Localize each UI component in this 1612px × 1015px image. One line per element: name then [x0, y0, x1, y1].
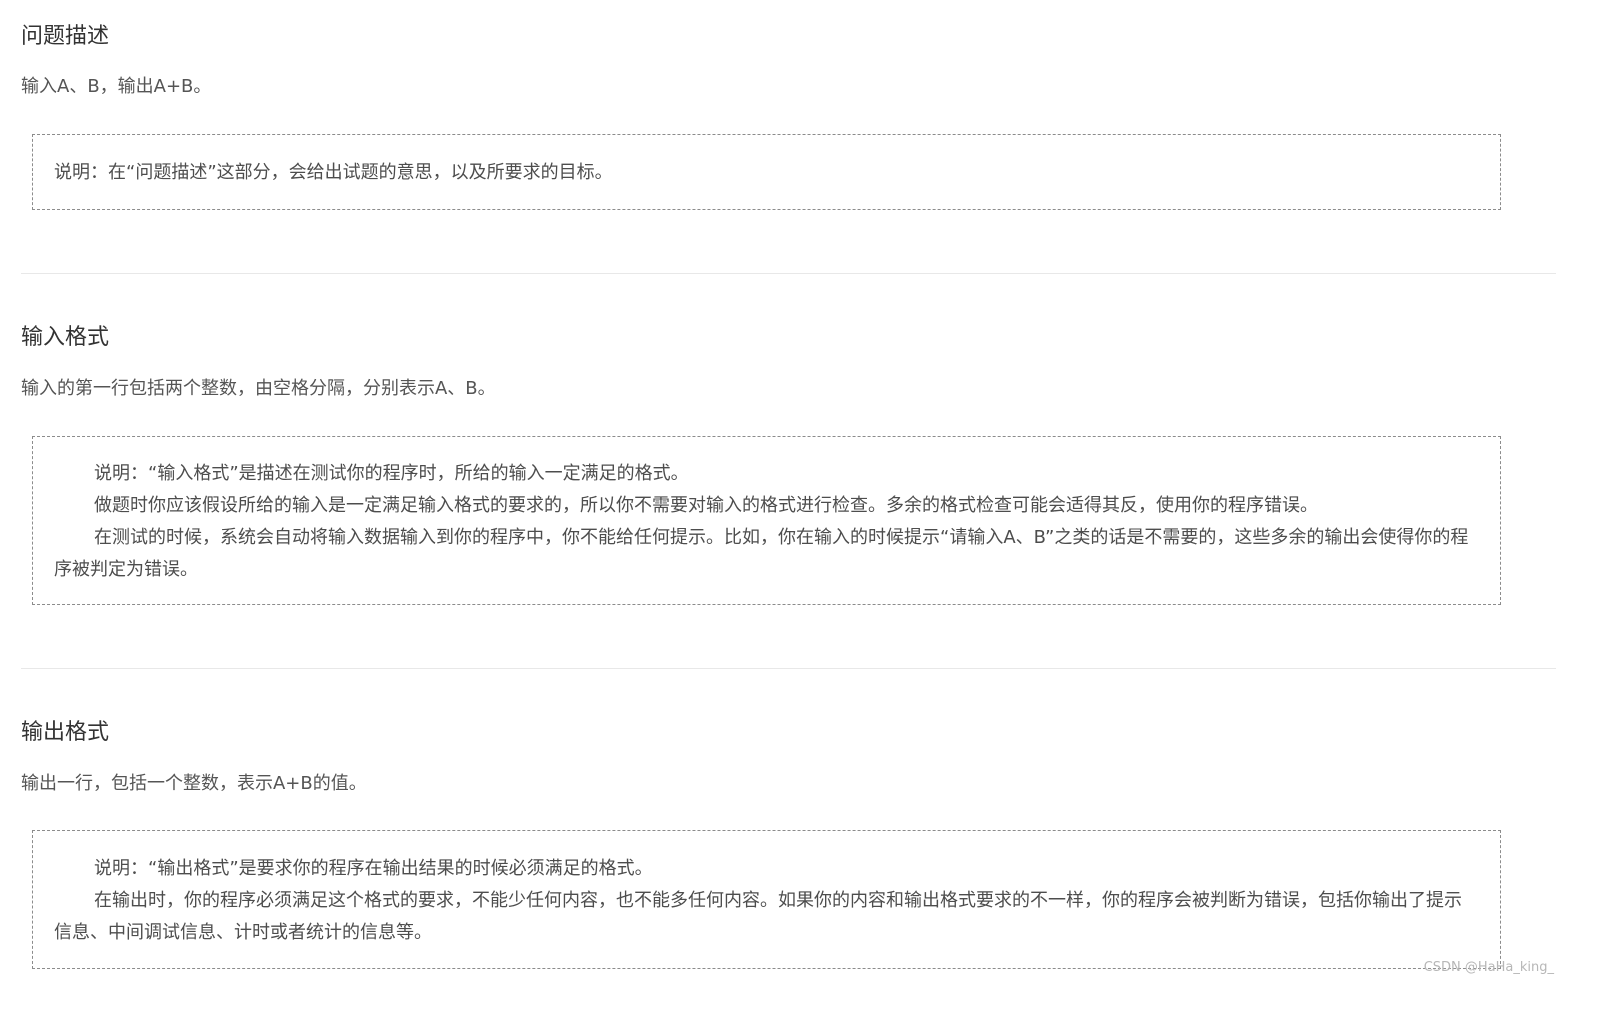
problem-page: 问题描述 输入A、B，输出A+B。 说明：在“问题描述”这部分，会给出试题的意思…: [0, 0, 1612, 1015]
note-box-input-format: 说明：“输入格式”是描述在测试你的程序时，所给的输入一定满足的格式。 做题时你应…: [32, 436, 1501, 605]
section-description: 输入A、B，输出A+B。: [21, 76, 212, 97]
section-title: 问题描述: [21, 24, 110, 49]
note-paragraph: 在测试的时候，系统会自动将输入数据输入到你的程序中，你不能给任何提示。比如，你在…: [54, 527, 1469, 580]
section-problem-description: 问题描述 输入A、B，输出A+B。: [21, 22, 1612, 97]
section-title: 输入格式: [21, 325, 110, 350]
note-paragraph: 说明：“输入格式”是描述在测试你的程序时，所给的输入一定满足的格式。: [94, 463, 689, 484]
note-paragraph: 在输出时，你的程序必须满足这个格式的要求，不能少任何内容，也不能多任何内容。如果…: [54, 890, 1462, 943]
note-box-problem-description: 说明：在“问题描述”这部分，会给出试题的意思，以及所要求的目标。: [32, 134, 1501, 210]
section-input-format: 输入格式 输入的第一行包括两个整数，由空格分隔，分别表示A、B。: [21, 323, 1612, 399]
section-description: 输入的第一行包括两个整数，由空格分隔，分别表示A、B。: [21, 378, 496, 399]
section-description: 输出一行，包括一个整数，表示A+B的值。: [21, 773, 367, 794]
note-paragraph: 做题时你应该假设所给的输入是一定满足输入格式的要求的，所以你不需要对输入的格式进…: [94, 495, 1318, 516]
watermark: CSDN @HaHa_king_: [1423, 960, 1554, 975]
section-divider: [21, 273, 1556, 274]
section-divider: [21, 668, 1556, 669]
section-output-format: 输出格式 输出一行，包括一个整数，表示A+B的值。: [21, 718, 1612, 794]
note-paragraph: 说明：“输出格式”是要求你的程序在输出结果的时候必须满足的格式。: [94, 858, 653, 879]
note-paragraph: 说明：在“问题描述”这部分，会给出试题的意思，以及所要求的目标。: [54, 162, 613, 183]
note-box-output-format: 说明：“输出格式”是要求你的程序在输出结果的时候必须满足的格式。 在输出时，你的…: [32, 830, 1501, 969]
section-title: 输出格式: [21, 720, 110, 745]
